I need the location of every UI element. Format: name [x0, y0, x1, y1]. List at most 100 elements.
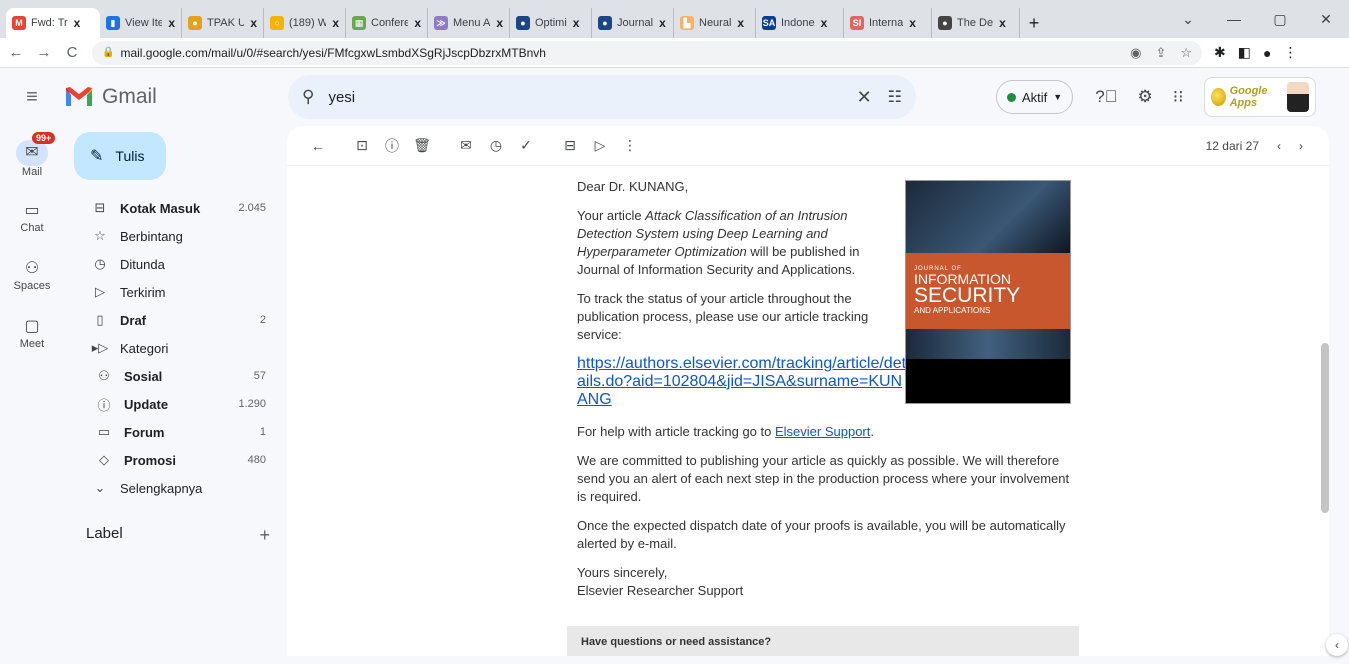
nav-item[interactable]: ☆ Berbintang [64, 222, 284, 250]
close-tab-icon[interactable]: x [414, 16, 421, 30]
lock-icon: 🔒 [102, 47, 115, 58]
paragraph-help: For help with article tracking go to Els… [577, 423, 1077, 441]
search-input[interactable] [328, 88, 857, 106]
tab-favicon-icon: ● [598, 16, 612, 30]
cover-top-art [906, 181, 1070, 253]
browser-tab[interactable]: ● Optimi x [510, 8, 592, 38]
nav-item-label: Kotak Masuk [120, 200, 201, 216]
account-switcher[interactable]: Google Apps [1203, 77, 1316, 117]
settings-gear-icon[interactable]: ⚙ [1137, 87, 1152, 107]
rail-meet[interactable]: ▢ Meet [0, 304, 64, 362]
nav-item[interactable]: ▷ Terkirim [64, 278, 284, 306]
browser-tab[interactable]: ● The De x [932, 8, 1020, 38]
view-icon[interactable]: ◉ [1130, 45, 1141, 61]
move-to-icon[interactable]: ⊟ [555, 137, 585, 154]
rail-chat[interactable]: ▭ Chat [0, 188, 64, 246]
close-tab-icon[interactable]: x [909, 16, 916, 30]
search-options-icon[interactable]: ☷ [888, 87, 902, 107]
back-to-search-icon[interactable]: ← [303, 138, 333, 154]
p3-prefix: For help with article tracking go to [577, 424, 775, 439]
close-tab-icon[interactable]: x [332, 16, 339, 30]
nav-item[interactable]: ▯ Draf 2 [64, 306, 284, 334]
close-tab-icon[interactable]: x [737, 16, 744, 30]
close-tab-icon[interactable]: x [168, 16, 175, 30]
snooze-icon[interactable]: ◷ [481, 137, 511, 154]
url-field[interactable]: 🔒 mail.google.com/mail/u/0/#search/yesi/… [92, 40, 1202, 65]
rail-spaces[interactable]: ⚇ Spaces [0, 246, 64, 304]
p1-prefix: Your article [577, 208, 646, 223]
help-icon[interactable]: ?⃝ [1095, 87, 1117, 107]
delete-icon[interactable]: 🗑 [407, 137, 437, 154]
paragraph-commitment: We are committed to publishing your arti… [577, 453, 1070, 504]
browser-menu-icon[interactable]: ⋮ [1283, 44, 1297, 61]
scrollbar[interactable] [1321, 343, 1329, 513]
browser-tab[interactable]: M Fwd: Tr x [6, 8, 100, 38]
add-task-icon[interactable]: ✓ [511, 137, 541, 154]
label-icon[interactable]: ▷ [585, 137, 615, 154]
url-text: mail.google.com/mail/u/0/#search/yesi/FM… [120, 45, 546, 60]
nav-item[interactable]: ◷ Ditunda [64, 250, 284, 278]
more-icon[interactable]: ⋮ [615, 137, 645, 154]
main-menu-icon[interactable]: ≡ [0, 86, 64, 109]
status-dropdown[interactable]: Aktif ▼ [996, 80, 1074, 114]
nav-item[interactable]: ⊟ Kotak Masuk 2.045 [64, 194, 284, 222]
close-tab-icon[interactable]: x [74, 16, 81, 30]
tab-favicon-icon: ● [516, 16, 530, 30]
nav-item[interactable]: ⚇ Sosial 57 [64, 362, 284, 390]
compose-button[interactable]: ✎ Tulis [74, 132, 166, 180]
browser-tab[interactable]: ▦ Confere x [346, 8, 428, 38]
close-tab-icon[interactable]: x [496, 16, 503, 30]
gmail-logo[interactable]: Gmail [64, 85, 274, 109]
side-panel-toggle-icon[interactable]: ‹ [1326, 634, 1348, 656]
browser-tab[interactable]: ▮ View Ite x [100, 8, 182, 38]
close-tab-icon[interactable]: x [659, 16, 666, 30]
side-panel-icon[interactable]: ◧ [1238, 44, 1251, 61]
mark-unread-icon[interactable]: ✉ [451, 137, 481, 154]
search-icon[interactable]: ⚲ [302, 87, 314, 107]
browser-tab[interactable]: ≫ Menu A x [428, 8, 510, 38]
star-icon: ☆ [94, 228, 106, 243]
meet-icon: ▢ [24, 318, 40, 335]
tracking-link[interactable]: https://authors.elsevier.com/tracking/ar… [577, 355, 907, 409]
close-window-button[interactable]: ✕ [1303, 11, 1349, 28]
back-icon[interactable]: ← [4, 44, 28, 61]
bookmark-star-icon[interactable]: ☆ [1180, 45, 1192, 61]
maximize-button[interactable]: ▢ [1257, 11, 1303, 28]
tab-search-icon[interactable]: ⌄ [1165, 11, 1211, 28]
browser-tab[interactable]: SA Indone x [756, 8, 844, 38]
archive-icon[interactable]: ⊡ [347, 137, 377, 154]
browser-tab[interactable]: ▙ Neural x [674, 8, 756, 38]
close-tab-icon[interactable]: x [999, 16, 1006, 30]
share-icon[interactable]: ⇪ [1155, 45, 1166, 61]
browser-tab[interactable]: ● TPAK U x [182, 8, 264, 38]
nav-item[interactable]: ▭ Forum 1 [64, 418, 284, 446]
reload-icon[interactable]: C [60, 44, 84, 61]
close-tab-icon[interactable]: x [250, 16, 257, 30]
nav-item[interactable]: ◇ Promosi 480 [64, 446, 284, 474]
rail-spaces-label: Spaces [13, 280, 51, 292]
apps-grid-icon[interactable]: ⁝⁝ [1173, 87, 1184, 107]
rail-mail[interactable]: ✉ 99+ Mail [0, 130, 64, 188]
avatar[interactable] [1286, 82, 1309, 112]
chevron-left-icon[interactable]: ‹ [1277, 139, 1281, 153]
chevron-right-icon[interactable]: › [1299, 139, 1303, 153]
new-tab-button[interactable]: + [1020, 8, 1048, 38]
clear-search-icon[interactable]: ✕ [857, 87, 872, 108]
close-tab-icon[interactable]: x [821, 16, 828, 30]
browser-tab[interactable]: ● Journal x [592, 8, 674, 38]
minimize-button[interactable]: — [1211, 11, 1257, 27]
add-label-icon[interactable]: + [259, 525, 270, 546]
forward-icon[interactable]: → [32, 44, 56, 61]
nav-item[interactable]: ▸▷ Kategori [64, 334, 284, 362]
elsevier-support-link[interactable]: Elsevier Support [775, 424, 870, 439]
extensions-icon[interactable]: ✱ [1214, 44, 1226, 61]
tab-label: Interna [869, 17, 904, 29]
report-spam-icon[interactable]: ⓘ [377, 136, 407, 156]
profile-icon[interactable]: ● [1263, 45, 1271, 61]
nav-item[interactable]: ⓘ Update 1.290 [64, 390, 284, 418]
paragraph-tracking: To track the status of your article thro… [577, 291, 869, 342]
browser-tab[interactable]: ○ (189) W x [264, 8, 346, 38]
nav-item[interactable]: ⌄ Selengkapnya [64, 474, 284, 502]
browser-tab[interactable]: SI Interna x [844, 8, 932, 38]
close-tab-icon[interactable]: x [573, 16, 580, 30]
